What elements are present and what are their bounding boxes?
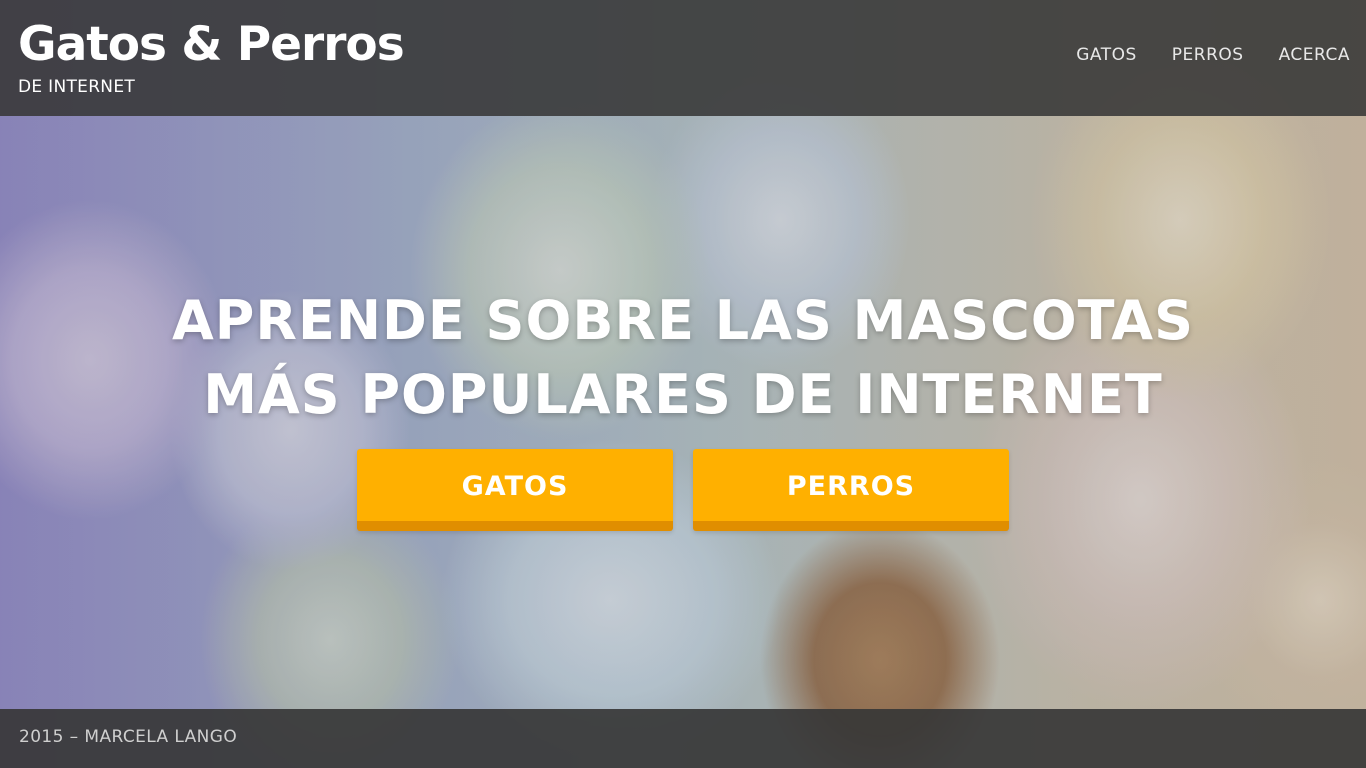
hero-headline: APRENDE SOBRE LAS MASCOTAS MÁS POPULARES… [0, 284, 1366, 432]
footer-credit: 2015 – MARCELA LANGO [19, 727, 238, 747]
site-header: Gatos & Perros DE INTERNET GATOS PERROS … [0, 0, 1366, 116]
brand-title: Gatos & Perros [18, 17, 405, 72]
brand-logo[interactable]: Gatos & Perros DE INTERNET [18, 16, 405, 97]
hero-headline-line-1: APRENDE SOBRE LAS MASCOTAS [172, 289, 1194, 352]
hero-headline-line-2: MÁS POPULARES DE INTERNET [203, 363, 1163, 426]
main-nav: GATOS PERROS ACERCA [1076, 45, 1350, 65]
nav-link-gatos[interactable]: GATOS [1076, 45, 1137, 65]
page: Gatos & Perros DE INTERNET GATOS PERROS … [0, 0, 1366, 768]
brand-subtitle: DE INTERNET [18, 77, 136, 97]
hero-buttons: GATOS PERROS [357, 449, 1009, 531]
gatos-button[interactable]: GATOS [357, 449, 673, 531]
nav-link-perros[interactable]: PERROS [1172, 45, 1244, 65]
nav-link-acerca[interactable]: ACERCA [1279, 45, 1350, 65]
site-footer: 2015 – MARCELA LANGO [0, 709, 1366, 768]
perros-button[interactable]: PERROS [693, 449, 1009, 531]
